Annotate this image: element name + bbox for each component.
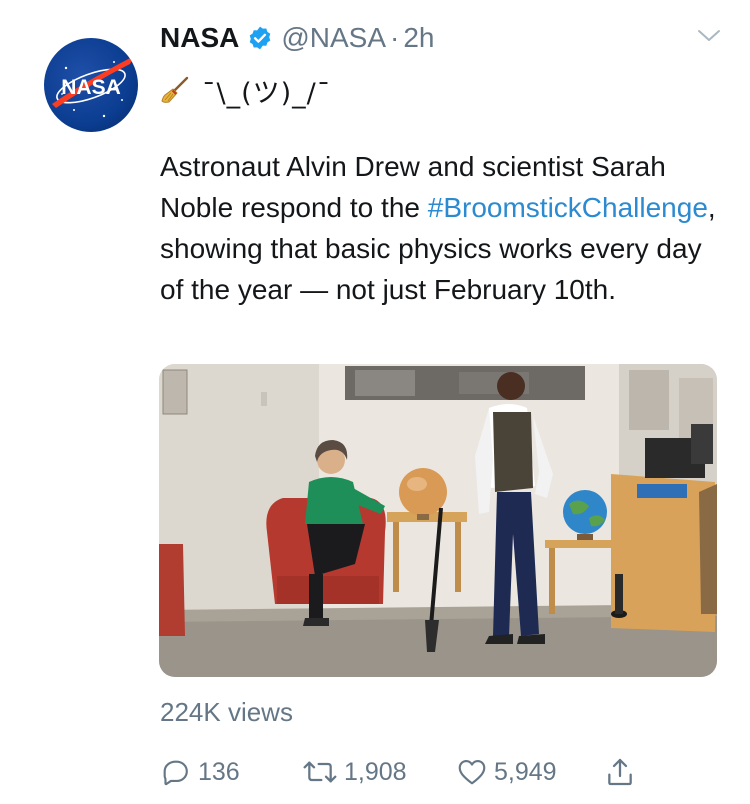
separator-dot: · (390, 22, 400, 53)
heart-icon (458, 760, 486, 785)
tweet-header: NASA @NASA · 2h (160, 18, 435, 58)
reply-button[interactable]: 136 (160, 752, 240, 792)
reply-icon (163, 760, 188, 786)
like-count: 5,949 (494, 757, 557, 786)
shrug-text: ¯\_(ツ)_/¯ (202, 77, 332, 109)
avatar-text: NASA (61, 76, 121, 99)
hashtag-link[interactable]: #BroomstickChallenge (428, 192, 708, 223)
retweet-count: 1,908 (344, 757, 407, 786)
chevron-down-icon[interactable] (696, 26, 722, 46)
video-frame (159, 364, 717, 677)
view-count: 224K views (160, 697, 293, 727)
share-icon (608, 758, 632, 786)
retweet-icon (303, 761, 337, 783)
retweet-button[interactable]: 1,908 (302, 752, 407, 792)
reply-count: 136 (198, 757, 240, 786)
nasa-logo: NASA (52, 56, 134, 118)
share-button[interactable] (604, 752, 642, 792)
like-button[interactable]: 5,949 (456, 752, 557, 792)
verified-badge-icon (247, 25, 273, 51)
author-name[interactable]: NASA (160, 22, 239, 54)
tweet-text: Astronaut Alvin Drew and scientist Sarah… (160, 146, 720, 310)
tweet-video[interactable] (159, 364, 717, 677)
emoji-line: ¯\_(ツ)_/¯ (160, 70, 331, 110)
avatar[interactable]: NASA (44, 38, 138, 132)
broom-emoji-icon (161, 76, 189, 103)
action-bar: 136 1,908 5,949 (160, 752, 720, 792)
author-handle[interactable]: @NASA (281, 22, 386, 54)
timestamp[interactable]: 2h (403, 22, 434, 54)
